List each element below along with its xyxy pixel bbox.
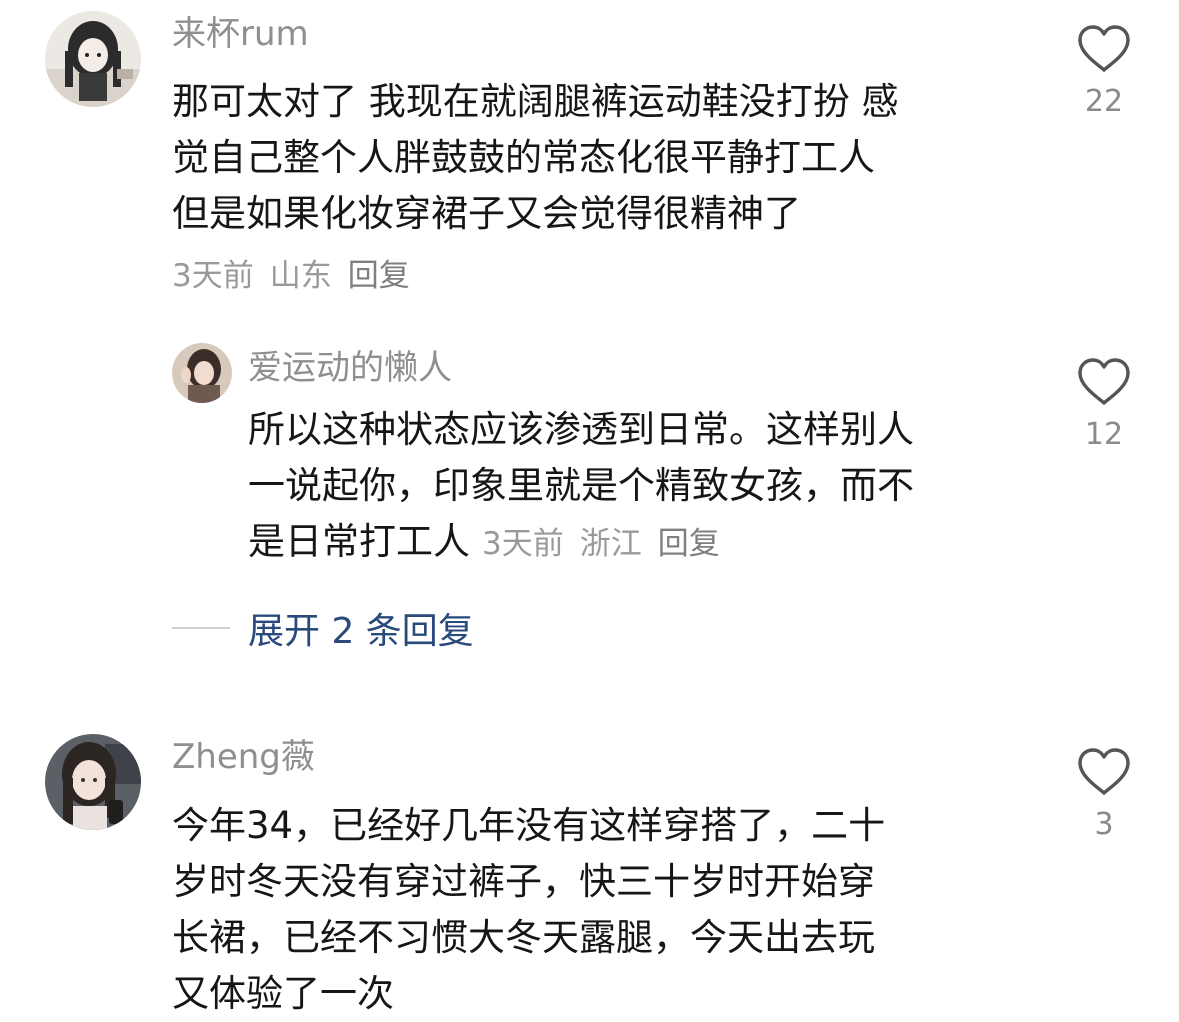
heart-outline-icon — [1078, 25, 1130, 72]
avatar[interactable] — [45, 734, 141, 830]
comment-line: 那可太对了 我现在就阔腿裤运动鞋没打扮 感 — [172, 80, 899, 123]
reply-button[interactable]: 回复 — [348, 258, 410, 294]
like-button[interactable]: 12 — [1074, 357, 1134, 453]
divider — [172, 627, 230, 629]
comment-line: 所以这种状态应该渗透到日常。这样别人 — [248, 408, 914, 451]
comment-line: 是日常打工人 3天前 浙江 回复 — [248, 514, 914, 572]
comment-line: 但是如果化妆穿裙子又会觉得很精神了 — [172, 192, 801, 235]
like-count: 3 — [1094, 807, 1114, 842]
heart-outline-icon — [1078, 748, 1130, 795]
comment-author[interactable]: 来杯rum — [172, 14, 309, 54]
comment-line: 一说起你，印象里就是个精致女孩，而不 — [248, 464, 914, 507]
blurred-text-overlay — [480, 955, 740, 1011]
comment-body: 所以这种状态应该渗透到日常。这样别人 一说起你，印象里就是个精致女孩，而不 是日… — [248, 402, 914, 572]
comment-time: 3天前 — [482, 526, 564, 562]
expand-replies-label: 展开 2 条回复 — [248, 611, 474, 652]
comment-line: 觉自己整个人胖鼓鼓的常态化很平静打工人 — [172, 136, 875, 179]
reply-button[interactable]: 回复 — [658, 526, 720, 562]
comment-author[interactable]: 爱运动的懒人 — [248, 348, 452, 388]
avatar[interactable] — [172, 343, 232, 403]
like-count: 12 — [1084, 417, 1124, 452]
like-count: 22 — [1084, 84, 1124, 119]
heart-outline-icon — [1078, 358, 1130, 405]
comment-time: 3天前 — [172, 258, 254, 294]
like-button[interactable]: 3 — [1074, 747, 1134, 843]
comment-location: 山东 — [269, 258, 332, 294]
comment-line: 今年34，已经好几年没有这样穿搭了，二十 — [172, 804, 886, 847]
comment-body: 那可太对了 我现在就阔腿裤运动鞋没打扮 感 觉自己整个人胖鼓鼓的常态化很平静打工… — [172, 74, 899, 242]
comment-line-text: 是日常打工人 — [248, 520, 470, 563]
expand-replies-button[interactable]: 展开 2 条回复 — [172, 603, 474, 653]
like-button[interactable]: 22 — [1074, 24, 1134, 120]
comment-location: 浙江 — [579, 526, 642, 562]
comment-author[interactable]: Zheng薇 — [172, 737, 315, 777]
avatar[interactable] — [45, 11, 141, 107]
comment-line: 岁时冬天没有穿过裤子，快三十岁时开始穿 — [172, 860, 875, 903]
comment-meta: 3天前 山东 回复 — [172, 256, 426, 296]
